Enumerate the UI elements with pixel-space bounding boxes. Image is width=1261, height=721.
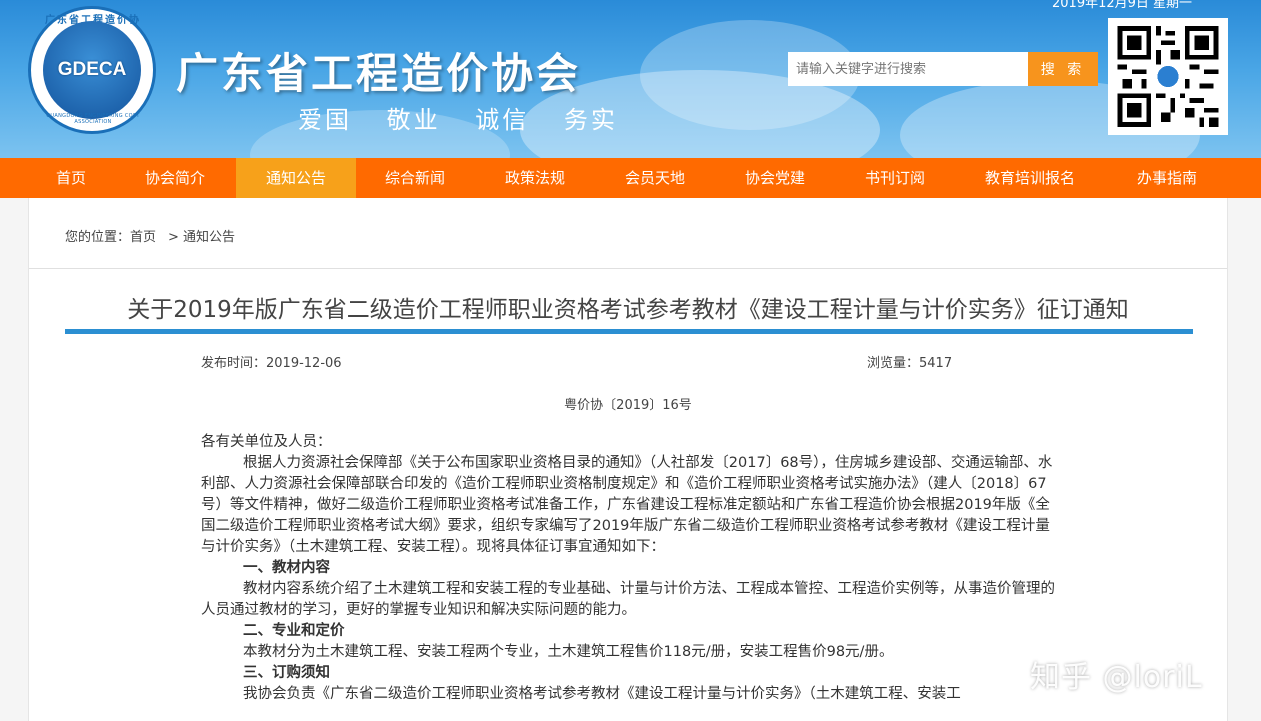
paragraph: 根据人力资源社会保障部《关于公布国家职业资格目录的通知》（人社部发〔2017〕6…	[201, 455, 1053, 555]
nav-item-about[interactable]: 协会简介	[130, 158, 220, 198]
breadcrumb-home-link[interactable]: 首页	[130, 230, 156, 245]
paragraph: 教材内容系统介绍了土木建筑工程和安装工程的专业基础、计量与计价方法、工程成本管控…	[201, 581, 1056, 618]
logo-text: GDECA	[57, 59, 127, 80]
motto-word: 务实	[563, 106, 618, 134]
nav-item-policies[interactable]: 政策法规	[490, 158, 580, 198]
breadcrumb-current[interactable]: 通知公告	[183, 230, 235, 245]
nav-item-books[interactable]: 书刊订阅	[850, 158, 940, 198]
breadcrumb-separator: >	[168, 230, 179, 245]
nav-item-party[interactable]: 协会党建	[730, 158, 820, 198]
section-heading: 二、专业和定价	[243, 623, 345, 639]
section-heading: 一、教材内容	[243, 560, 331, 576]
motto-word: 爱国	[298, 106, 352, 134]
view-count-label: 浏览量：	[867, 356, 920, 371]
logo-ring-bottom-text: GUANGDONG ENGINEERING COST ASSOCIATION	[46, 113, 140, 125]
main-nav: 首页 协会简介 通知公告 综合新闻 政策法规 会员天地 协会党建 书刊订阅 教育…	[0, 158, 1261, 198]
nav-item-members[interactable]: 会员天地	[610, 158, 700, 198]
gdeca-logo[interactable]: 广东省工程造价协会 GDECA GUANGDONG ENGINEERING CO…	[28, 6, 156, 134]
breadcrumb-prefix: 您的位置：	[65, 230, 131, 245]
article-body: 各有关单位及人员： 根据人力资源社会保障部《关于公布国家职业资格目录的通知》（人…	[201, 432, 1057, 705]
article-title: 关于2019年版广东省二级造价工程师职业资格考试参考教材《建设工程计量与计价实务…	[127, 297, 1129, 323]
divider	[29, 268, 1227, 269]
site-motto: 爱国 敬业 诚信 务实	[298, 100, 642, 135]
publish-date-label: 发布时间：	[201, 356, 267, 371]
nav-item-notices[interactable]: 通知公告	[236, 158, 356, 198]
search-input[interactable]	[788, 52, 1028, 86]
qr-code-icon	[1108, 18, 1228, 135]
motto-word: 敬业	[386, 106, 441, 134]
view-count-value: 5417	[919, 356, 953, 371]
motto-word: 诚信	[475, 106, 530, 134]
paragraph: 我协会负责《广东省二级造价工程师职业资格考试参考教材《建设工程计量与计价实务》（…	[243, 686, 961, 702]
nav-item-home[interactable]: 首页	[30, 158, 112, 198]
publish-date-value: 2019-12-06	[266, 356, 342, 371]
paragraph: 本教材分为土木建筑工程、安装工程两个专业，土木建筑工程售价118元/册，安装工程…	[243, 644, 894, 660]
publish-date: 发布时间：2019-12-06	[201, 352, 342, 371]
nav-item-guide[interactable]: 办事指南	[1120, 158, 1214, 198]
document-number: 粤价协〔2019〕16号	[564, 398, 692, 413]
nav-item-news[interactable]: 综合新闻	[370, 158, 460, 198]
search-button[interactable]: 搜 索	[1028, 52, 1098, 86]
site-header: 2019年12月9日 星期一 广东省工程造价协会 GDECA GUANGDONG…	[0, 0, 1261, 158]
article-panel: 您的位置：首页 > 通知公告 关于2019年版广东省二级造价工程师职业资格考试参考教…	[28, 198, 1228, 721]
watermark: 知乎 @loriL	[1030, 660, 1203, 695]
nav-item-training[interactable]: 教育培训报名	[970, 158, 1090, 198]
view-count: 浏览量：5417	[867, 352, 952, 371]
header-date: 2019年12月9日 星期一	[1052, 0, 1193, 11]
site-title: 广东省工程造价协会	[176, 49, 582, 98]
breadcrumb: 您的位置：首页 > 通知公告	[65, 226, 235, 245]
section-heading: 三、订购须知	[243, 665, 331, 681]
salutation: 各有关单位及人员：	[201, 434, 332, 450]
title-underline	[65, 329, 1193, 334]
